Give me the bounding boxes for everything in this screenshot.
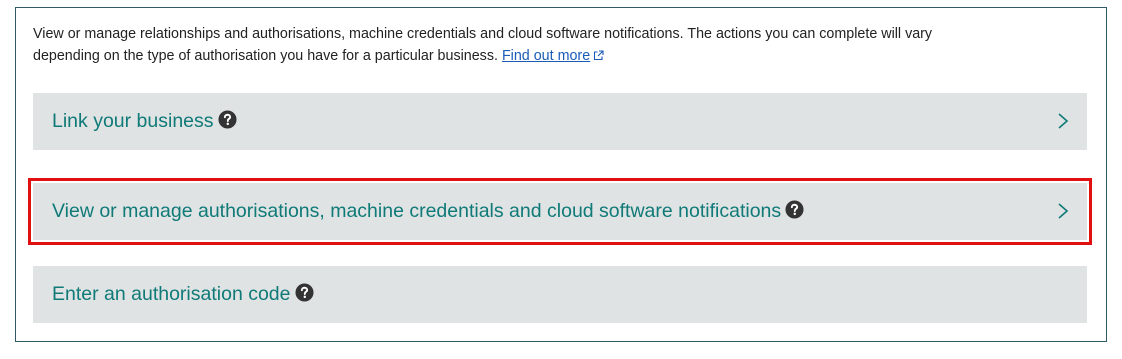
- question-circle-icon[interactable]: [785, 185, 804, 219]
- intro-line-2: depending on the type of authorisation y…: [33, 48, 502, 64]
- find-out-more-label: Find out more: [501, 48, 591, 64]
- chevron-right-icon: [1057, 112, 1069, 130]
- option-label-enter-code: Enter an authorisation code: [52, 266, 314, 323]
- option-label-view-manage: View or manage authorisations, machine c…: [52, 183, 804, 240]
- view-manage-authorisations-option[interactable]: View or manage authorisations, machine c…: [28, 178, 1092, 245]
- intro-line-1: View or manage relationships and authori…: [33, 26, 933, 42]
- intro-text: View or manage relationships and authori…: [33, 23, 1083, 68]
- option-text: Enter an authorisation code: [52, 283, 291, 305]
- external-link-icon: [593, 46, 604, 68]
- question-circle-icon[interactable]: [294, 268, 314, 302]
- option-text: View or manage authorisations, machine c…: [52, 200, 782, 222]
- link-your-business-option[interactable]: Link your business: [33, 93, 1087, 150]
- enter-authorisation-code-option[interactable]: Enter an authorisation code: [33, 266, 1087, 323]
- option-text: Link your business: [52, 110, 214, 132]
- question-circle-icon[interactable]: [217, 95, 237, 129]
- authorisations-panel: View or manage relationships and authori…: [15, 7, 1107, 342]
- option-label-link-business: Link your business: [52, 93, 237, 150]
- chevron-right-icon: [1057, 202, 1069, 220]
- find-out-more-link[interactable]: Find out more: [502, 48, 604, 64]
